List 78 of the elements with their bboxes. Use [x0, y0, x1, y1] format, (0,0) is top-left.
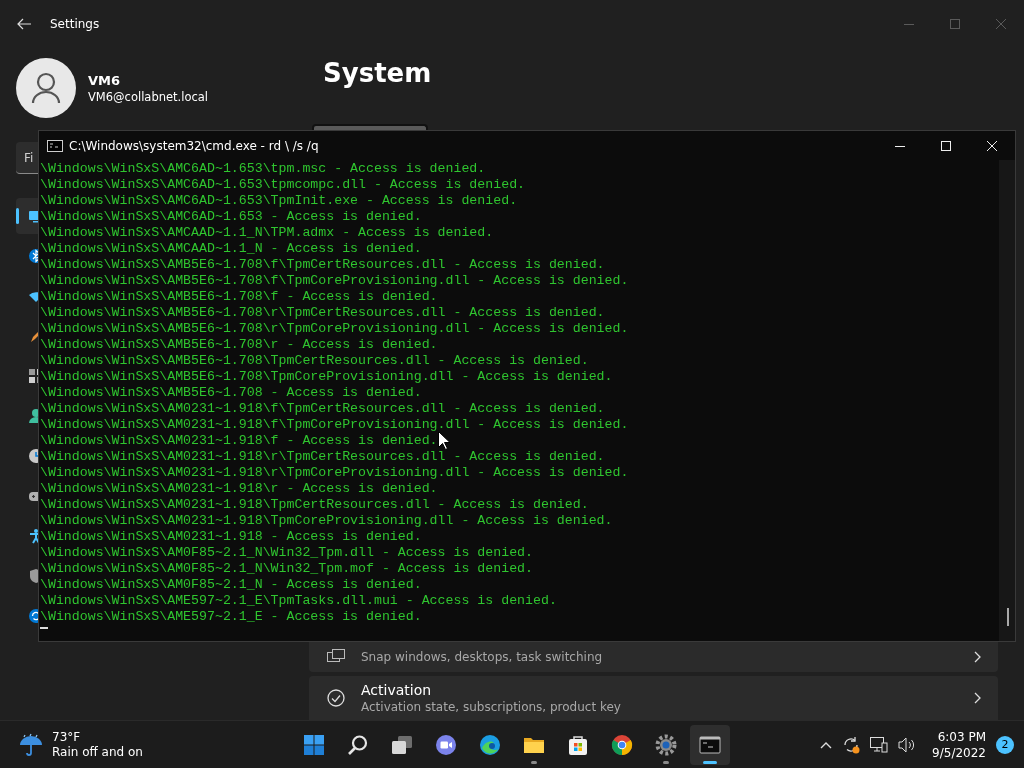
- page-title: System: [323, 58, 433, 88]
- volume-icon[interactable]: [898, 736, 917, 753]
- sidebar-item[interactable]: [16, 198, 38, 234]
- console-line: \Windows\WinSxS\AMB5E6~1.708\f - Access is denied.: [40, 289, 438, 305]
- close-icon: [996, 19, 1006, 29]
- scroll-thumb[interactable]: [1007, 608, 1009, 626]
- network-icon[interactable]: [870, 736, 889, 753]
- settings-card[interactable]: Snap windows, desktops, task switching: [309, 642, 998, 672]
- back-arrow-icon[interactable]: [16, 16, 32, 32]
- console-line: \Windows\WinSxS\AMC6AD~1.653 - Access is denied.: [40, 209, 422, 225]
- settings-card[interactable]: Activation Activation state, subscriptions, product key: [309, 676, 998, 720]
- monitor-icon: [28, 208, 38, 224]
- console-line: \Windows\WinSxS\AME597~2.1_E - Access is denied.: [40, 609, 422, 625]
- user-email: VM6@collabnet.local: [88, 89, 209, 104]
- console-line: \Windows\WinSxS\AM0231~1.918\r\TpmCertResources.dll - Access is denied.: [40, 449, 605, 465]
- console-line: \Windows\WinSxS\AM0231~1.918\TpmCertResources.dll - Access is denied.: [40, 497, 589, 513]
- console-line: \Windows\WinSxS\AMCAAD~1.1_N - Access is denied.: [40, 241, 422, 257]
- card-title: Activation: [361, 682, 433, 698]
- console-line: \Windows\WinSxS\AM0231~1.918\f\TpmCoreProvisioning.dll - Access is denied.: [40, 417, 629, 433]
- console-line: \Windows\WinSxS\AM0F85~2.1_N\Win32_Tpm.mof - Access is denied.: [40, 561, 533, 577]
- sync-icon[interactable]: [842, 735, 861, 754]
- console-button[interactable]: [690, 724, 730, 765]
- apps-icon: [28, 368, 38, 384]
- temperature: 73°F: [52, 730, 82, 744]
- console-line: \Windows\WinSxS\AMB5E6~1.708\TpmCertResources.dll - Access is denied.: [40, 353, 589, 369]
- console-line: \Windows\WinSxS\AMB5E6~1.708\TpmCoreProvisioning.dll - Access is denied.: [40, 369, 613, 385]
- console-line: \Windows\WinSxS\AMCAAD~1.1_N\TPM.admx - Access is denied.: [40, 225, 494, 241]
- round-browser-icon: [610, 732, 634, 757]
- windows-logo-icon: [302, 732, 326, 757]
- console-line: \Windows\WinSxS\AM0231~1.918 - Access is denied.: [40, 529, 422, 545]
- console-line: \Windows\WinSxS\AM0231~1.918\r\TpmCoreProvisioning.dll - Access is denied.: [40, 465, 629, 481]
- clock-icon: [28, 448, 38, 464]
- console-icon: [47, 139, 63, 152]
- windows-icon: [327, 649, 345, 665]
- console-line: \Windows\WinSxS\AMB5E6~1.708\f\TpmCertResources.dll - Access is denied.: [40, 257, 605, 273]
- weather-condition: Rain off and on: [52, 745, 143, 759]
- chevron-up-icon[interactable]: [820, 740, 833, 749]
- chevron-icon: [974, 692, 982, 704]
- person-icon: [28, 408, 38, 424]
- console-title: C:\Windows\system32\cmd.exe - rd \ /s /q: [69, 138, 319, 153]
- notification-badge[interactable]: 2: [996, 735, 1014, 754]
- console-line: \Windows\WinSxS\AMB5E6~1.708\f\TpmCoreProvisioning.dll - Access is denied.: [40, 273, 629, 289]
- console-line: \Windows\WinSxS\AMB5E6~1.708\r\TpmCertResources.dll - Access is denied.: [40, 305, 605, 321]
- search-field[interactable]: Fi: [16, 142, 38, 174]
- clock[interactable]: 6:03 PM 9/5/2022: [932, 729, 986, 760]
- console-line: \Windows\WinSxS\AMB5E6~1.708\r - Access is denied.: [40, 337, 438, 353]
- maximize-icon: [941, 140, 951, 151]
- console-line: \Windows\WinSxS\AM0F85~2.1_N - Access is denied.: [40, 577, 422, 593]
- text-cursor: [40, 627, 48, 629]
- chat-icon: [434, 732, 458, 757]
- maximize-icon: [950, 19, 960, 29]
- check-circle-icon: [327, 689, 345, 707]
- chevron-icon: [974, 651, 982, 663]
- search-icon: [346, 732, 370, 757]
- console-line: \Windows\WinSxS\AMC6AD~1.653\tpmcompc.dll - Access is denied.: [40, 177, 526, 193]
- umbrella-rain-icon: [18, 732, 44, 757]
- gear-icon: [654, 732, 678, 757]
- console-line: \Windows\WinSxS\AMB5E6~1.708\r\TpmCoreProvisioning.dll - Access is denied.: [40, 321, 629, 337]
- console-line: \Windows\WinSxS\AM0F85~2.1_N\Win32_Tpm.dll - Access is denied.: [40, 545, 533, 561]
- card-subtitle: Activation state, subscriptions, product key: [361, 700, 622, 714]
- browser-swirl-icon: [478, 732, 502, 757]
- console-line: \Windows\WinSxS\AM0231~1.918\r - Access is denied.: [40, 481, 438, 497]
- close-icon: [987, 140, 997, 151]
- avatar: [16, 58, 76, 118]
- window-title: Settings: [50, 17, 100, 31]
- console-line: \Windows\WinSxS\AMC6AD~1.653\tpm.msc - Access is denied.: [40, 161, 486, 177]
- user-name: VM6: [88, 72, 122, 88]
- shield-icon: [28, 568, 38, 584]
- console-line: \Windows\WinSxS\AMB5E6~1.708 - Access is denied.: [40, 385, 422, 401]
- console-line: \Windows\WinSxS\AMC6AD~1.653\TpmInit.exe - Access is denied.: [40, 193, 518, 209]
- console-line: \Windows\WinSxS\AM0231~1.918\f - Access is denied.: [40, 433, 438, 449]
- update-icon: [28, 608, 38, 624]
- console-line: \Windows\WinSxS\AM0231~1.918\TpmCoreProvisioning.dll - Access is denied.: [40, 513, 613, 529]
- console-line: \Windows\WinSxS\AME597~2.1_E\TpmTasks.dll.mui - Access is denied.: [40, 593, 557, 609]
- console-line: \Windows\WinSxS\AM0231~1.918\f\TpmCertResources.dll - Access is denied.: [40, 401, 605, 417]
- card-subtitle: Snap windows, desktops, task switching: [361, 650, 604, 664]
- mouse-pointer-icon: [438, 431, 450, 450]
- accessibility-icon: [28, 528, 38, 544]
